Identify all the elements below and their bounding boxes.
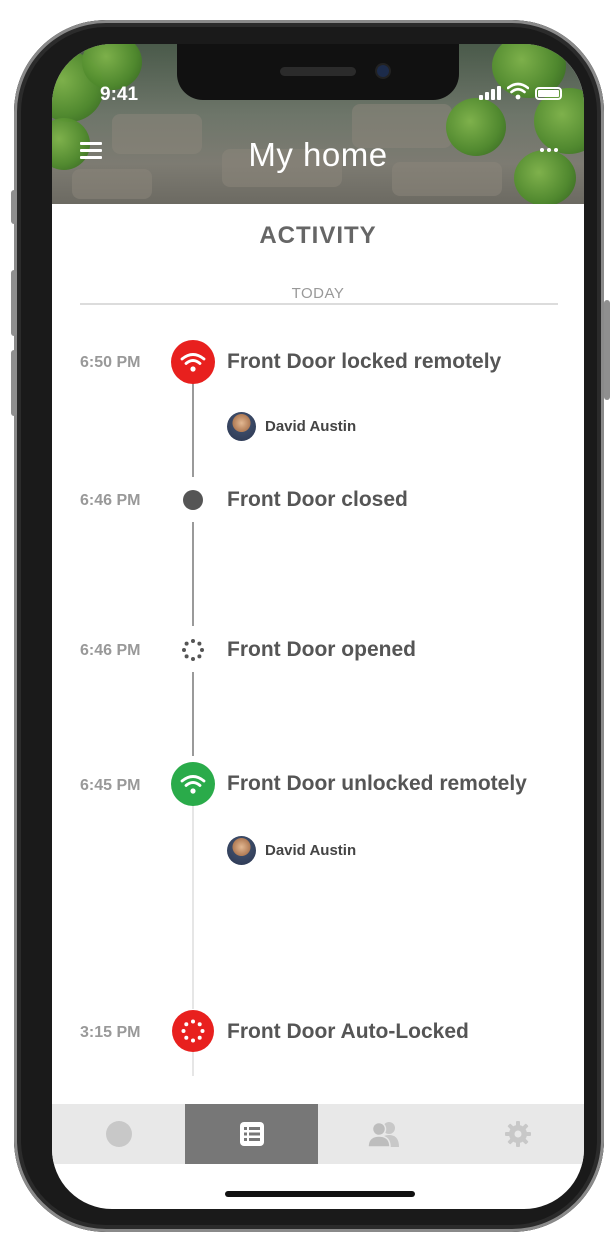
speaker bbox=[280, 67, 356, 76]
home-indicator[interactable] bbox=[225, 1191, 415, 1197]
wifi-icon bbox=[171, 340, 215, 384]
event-user: David Austin bbox=[227, 412, 356, 441]
event-text: Front Door closed bbox=[227, 488, 408, 511]
timeline-segment bbox=[192, 804, 194, 1009]
event-text: Front Door opened bbox=[227, 638, 416, 661]
spinner-icon bbox=[172, 1010, 214, 1052]
section-title: ACTIVITY bbox=[259, 222, 377, 249]
users-icon bbox=[366, 1121, 399, 1148]
event-text: Front Door unlocked remotely bbox=[227, 772, 527, 795]
status-time: 9:41 bbox=[100, 84, 139, 105]
user-name: David Austin bbox=[265, 418, 357, 435]
event-text: Front Door Auto-Locked bbox=[227, 1020, 469, 1043]
wifi-icon bbox=[171, 762, 215, 806]
battery-icon bbox=[535, 87, 562, 100]
tab-home[interactable] bbox=[52, 1104, 185, 1164]
header: 9:41 My home bbox=[52, 44, 584, 204]
side-button-power bbox=[604, 300, 610, 400]
event-time: 3:15 PM bbox=[80, 1024, 141, 1041]
event-time: 6:46 PM bbox=[80, 492, 141, 509]
event-time: 6:45 PM bbox=[80, 777, 141, 794]
side-button-volume-up bbox=[11, 270, 17, 336]
circle-icon bbox=[105, 1121, 132, 1147]
event-time: 6:46 PM bbox=[80, 642, 141, 659]
status-icons bbox=[479, 82, 562, 100]
timeline-segment bbox=[192, 522, 194, 626]
spinner-icon bbox=[181, 638, 205, 662]
page-title: My home bbox=[248, 136, 388, 173]
dot-icon bbox=[183, 490, 203, 510]
tab-bar bbox=[52, 1104, 584, 1164]
side-button-silent bbox=[11, 190, 17, 224]
timeline-segment bbox=[192, 1052, 194, 1076]
event-text: Front Door locked remotely bbox=[227, 350, 502, 373]
tab-settings[interactable] bbox=[451, 1104, 584, 1164]
timeline-segment bbox=[192, 382, 194, 477]
event-user: David Austin bbox=[227, 836, 356, 865]
gear-icon bbox=[504, 1121, 531, 1147]
side-button-volume-down bbox=[11, 350, 17, 416]
timeline-segment bbox=[192, 672, 194, 756]
cellular-signal-icon bbox=[479, 86, 501, 100]
day-divider bbox=[80, 303, 558, 305]
event-time: 6:50 PM bbox=[80, 354, 141, 371]
screen: 9:41 My home ACTIVITY TODAY 6:50 PM Fron… bbox=[52, 44, 584, 1209]
front-camera bbox=[377, 65, 389, 77]
list-icon bbox=[239, 1122, 264, 1146]
more-options-icon[interactable] bbox=[540, 148, 558, 152]
tab-activity[interactable] bbox=[185, 1104, 318, 1164]
day-label: TODAY bbox=[291, 285, 345, 302]
wifi-status-icon bbox=[507, 82, 529, 100]
tab-users[interactable] bbox=[318, 1104, 451, 1164]
user-name: David Austin bbox=[265, 842, 357, 859]
avatar bbox=[227, 412, 256, 441]
avatar bbox=[227, 836, 256, 865]
